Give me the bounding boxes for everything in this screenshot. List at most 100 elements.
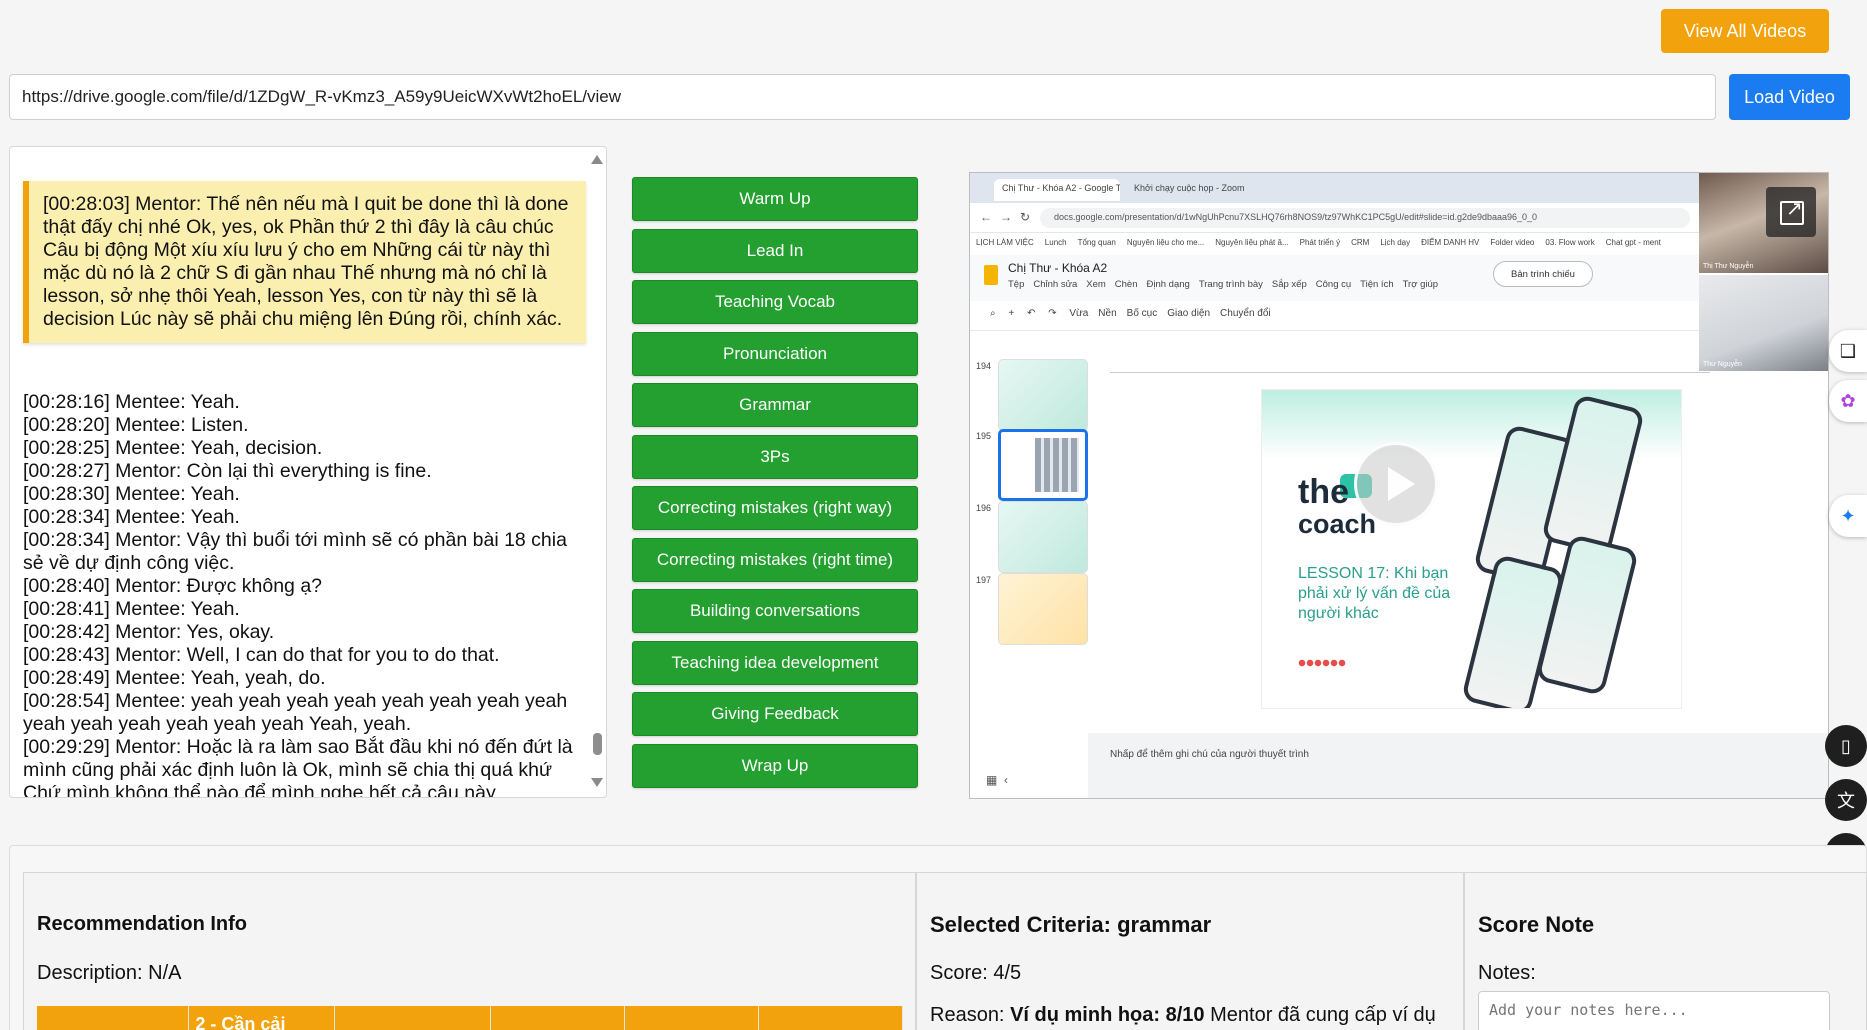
grid-view-icon: ▦ ‹ (970, 763, 1088, 798)
slide-number: 197 (976, 575, 992, 585)
slides-title-bar: Chị Thư - Khóa A2 Tệp Chỉnh sửa Xem Chèn Địn… (970, 255, 1699, 301)
transcript-line[interactable]: [00:28:42] Mentor: Yes, okay. (23, 621, 583, 644)
toolbar-item: Vừa (1069, 308, 1089, 319)
toolbar-item: Chuyển đổi (1220, 308, 1271, 319)
transcript-line[interactable]: [00:28:25] Mentee: Yeah, decision. (23, 437, 583, 460)
redo-icon: ↷ (1048, 308, 1057, 319)
transcript-line[interactable]: [00:28:30] Mentee: Yeah. (23, 483, 583, 506)
selected-criteria-title: Selected Criteria: grammar (930, 912, 1212, 937)
scroll-thumb[interactable] (593, 733, 602, 755)
criteria-button-giving-feedback[interactable]: Giving Feedback (632, 692, 918, 736)
phone-mockup (1540, 393, 1646, 557)
brain-icon[interactable]: ✿ (1829, 380, 1867, 422)
participant-video-2: Thư Nguyễn (1699, 275, 1828, 371)
video-url-input[interactable] (9, 74, 1716, 120)
add-icon: + (1008, 308, 1015, 319)
slides-logo-icon (984, 265, 998, 285)
transcript-line[interactable]: [00:29:29] Mentor: Hoặc là ra làm sao Bắ… (23, 736, 583, 797)
video-player[interactable]: Chị Thư - Khóa A2 - Google Tr Khởi chạy … (969, 172, 1829, 799)
bookmark-item: LỊCH LÀM VIỆC (976, 238, 1034, 247)
browser-address-bar: ← → ↻ docs.google.com/presentation/d/1wN… (970, 203, 1699, 233)
toolbar-item: Bố cục (1126, 308, 1158, 319)
bookmark-item: Folder video (1490, 238, 1535, 247)
phone-mockup (1534, 533, 1640, 697)
criteria-button-lead-in[interactable]: Lead In (632, 228, 918, 273)
criteria-button-teaching-vocab[interactable]: Teaching Vocab (632, 280, 918, 324)
participant-name: Thị Thư Nguyễn (1703, 263, 1754, 270)
table-header-cell: 2 - Cần cải (188, 1006, 336, 1030)
criteria-button-building-conversations[interactable]: Building conversations (632, 589, 918, 633)
notes-textarea[interactable] (1478, 991, 1830, 1030)
bookmark-item: Nguyên liệu cho me... (1126, 238, 1205, 247)
slide-number: 196 (976, 503, 992, 513)
load-video-button[interactable]: Load Video (1729, 74, 1850, 120)
toolbar-item: Nền (1098, 308, 1117, 319)
reader-icon[interactable]: ▯ (1825, 725, 1867, 767)
forward-icon: → (1000, 210, 1012, 224)
slide-thumbnail (998, 501, 1088, 573)
transcript-scrollbar[interactable] (590, 147, 606, 797)
transcript-list: [00:28:16] Mentee: Yeah. [00:28:20] Mente… (23, 391, 583, 797)
logo-text-bottom: coach (1298, 509, 1377, 539)
slide-thumbnail-selected (998, 429, 1088, 501)
bookmark-item: Chat gpt - ment (1605, 238, 1661, 247)
criteria-button-teaching-idea-development[interactable]: Teaching idea development (632, 640, 918, 685)
slides-menu-item: Tiện ích (1360, 279, 1394, 290)
criteria-button-pronunciation[interactable]: Pronunciation (632, 331, 918, 376)
scroll-down-icon[interactable] (591, 778, 603, 787)
participant-name: Thư Nguyễn (1703, 361, 1742, 368)
transcript-line[interactable]: [00:28:54] Mentee: yeah yeah yeah yeah y… (23, 690, 583, 736)
recommendation-description: Description: N/A (37, 962, 182, 984)
scroll-up-icon[interactable] (591, 155, 603, 164)
zoom-icon: ⌕ (990, 308, 996, 319)
slides-menu-item: Định dạng (1146, 279, 1190, 290)
slide-thumbnail (998, 359, 1088, 431)
transcript-line[interactable]: [00:28:27] Mentor: Còn lại thì everythin… (23, 460, 583, 483)
transcript-panel[interactable]: [00:28:03] Mentor: Thế nên nếu mà I quit… (9, 146, 607, 798)
logo-text-top: the (1298, 473, 1349, 511)
transcript-line[interactable]: [00:28:34] Mentee: Yeah. (23, 506, 583, 529)
popout-icon[interactable] (1766, 187, 1816, 237)
transcript-line[interactable]: [00:28:16] Mentee: Yeah. (23, 391, 583, 414)
transcript-line[interactable]: [00:28:41] Mentee: Yeah. (23, 598, 583, 621)
transcript-line[interactable]: [00:28:43] Mentor: Well, I can do that f… (23, 644, 583, 667)
criteria-button-grammar[interactable]: Grammar (632, 383, 918, 427)
reason-text: Mentor đã cung cấp ví dụ (1204, 1004, 1436, 1026)
book-icon[interactable]: ❑ (1829, 330, 1867, 372)
bookmark-item: Phát triển ý (1299, 238, 1341, 247)
translate-icon[interactable]: 文 (1825, 779, 1867, 821)
droplet-icon[interactable]: ✦ (1829, 495, 1867, 537)
notes-label: Notes: (1478, 962, 1536, 984)
reason-label: Reason: (930, 1004, 1011, 1026)
criteria-button-correcting-mistakes-right-way[interactable]: Correcting mistakes (right way) (632, 486, 918, 530)
criteria-score: Score: 4/5 (930, 962, 1022, 984)
slide-number: 195 (976, 431, 992, 441)
transcript-line[interactable]: [00:28:40] Mentor: Được không ạ? (23, 575, 583, 598)
browser-tab-zoom: Khởi chạy cuộc họp - Zoom (1134, 183, 1245, 193)
browser-tab-slides: Chị Thư - Khóa A2 - Google Tr (994, 179, 1120, 201)
view-all-videos-button[interactable]: View All Videos (1661, 9, 1829, 53)
slides-menu-item: Chèn (1114, 279, 1138, 290)
back-icon: ← (980, 210, 992, 224)
highlighted-transcript-entry[interactable]: [00:28:03] Mentor: Thế nên nếu mà I quit… (23, 181, 586, 343)
transcript-line[interactable]: [00:28:49] Mentee: Yeah, yeah, do. (23, 667, 583, 690)
slide-thumbnails: 194 195 196 197 (970, 331, 1088, 763)
play-icon[interactable] (1354, 442, 1438, 526)
criteria-button-warm-up[interactable]: Warm Up (632, 177, 918, 221)
transcript-line[interactable]: [00:28:34] Mentor: Vậy thì buổi tới mình… (23, 529, 583, 575)
criteria-button-correcting-mistakes-right-time[interactable]: Correcting mistakes (right time) (632, 537, 918, 582)
toolbar-item: Giao diện (1167, 308, 1211, 319)
criteria-button-wrap-up[interactable]: Wrap Up (632, 743, 918, 788)
bookmark-item: Lịch dạy (1380, 238, 1411, 247)
bookmark-item: Tổng quan (1077, 238, 1116, 247)
criteria-button-3ps[interactable]: 3Ps (632, 434, 918, 479)
current-slide: the coach LESSON 17: Khi bạn phải xử lý … (1262, 390, 1681, 708)
recommendation-table: 2 - Cần cải (37, 1006, 903, 1030)
criteria-button-list: Warm Up Lead In Teaching Vocab Pronunciatio… (632, 177, 918, 795)
recommendation-card: Recommendation Info Description: N/A 2 -… (23, 872, 916, 1030)
reload-icon: ↻ (1020, 210, 1031, 224)
bookmarks-bar: LỊCH LÀM VIỆC Lunch Tổng quan Nguyên liệu c… (970, 233, 1699, 255)
transcript-line[interactable]: [00:28:20] Mentee: Listen. (23, 414, 583, 437)
slides-menu-item: Tệp (1008, 279, 1025, 290)
criteria-reason: Reason: Ví dụ minh họa: 8/10 Mentor đã c… (930, 1004, 1436, 1027)
